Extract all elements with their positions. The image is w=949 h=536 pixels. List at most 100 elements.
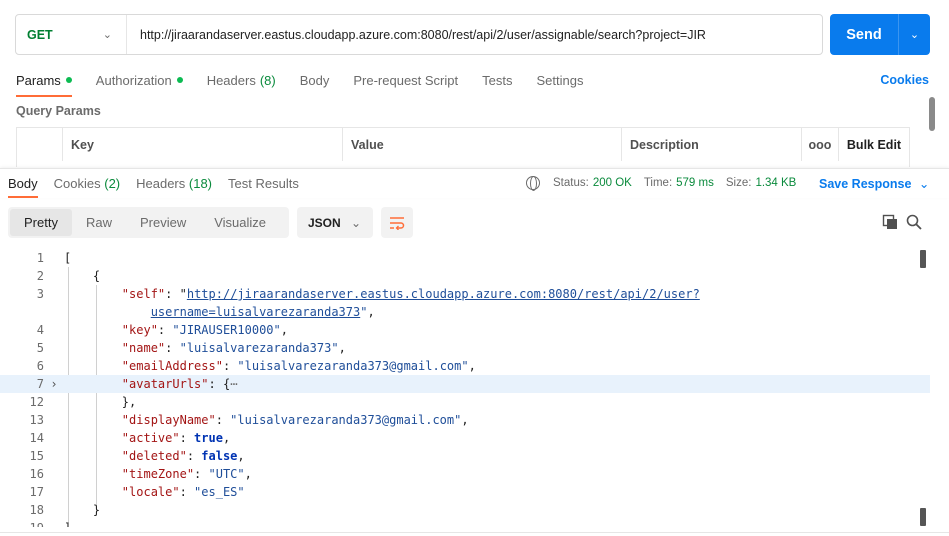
chevron-right-icon[interactable]: ›: [44, 377, 64, 391]
response-tab-headers[interactable]: Headers (18): [136, 176, 212, 191]
divider: [0, 532, 949, 533]
self-url-link[interactable]: http://jiraarandaserver.eastus.cloudapp.…: [187, 287, 700, 301]
format-select[interactable]: JSON ⌄: [297, 207, 373, 238]
checkbox-column-header: [17, 128, 63, 161]
chevron-down-icon: ⌄: [102, 29, 112, 41]
response-tab-body[interactable]: Body: [8, 176, 38, 198]
code-text: ]: [64, 521, 71, 527]
code-line: 12 },: [0, 393, 930, 411]
code-text: "name": "luisalvarezaranda373",: [121, 341, 346, 355]
tab-headers-label: Headers: [206, 72, 256, 88]
code-text: }: [64, 503, 101, 517]
chevron-down-icon: ⌄: [350, 215, 361, 230]
request-url-bar: GET ⌄ http://jiraarandaserver.eastus.clo…: [15, 14, 823, 55]
description-column-header: Description: [622, 128, 802, 161]
code-line: 2 {: [0, 267, 930, 285]
chevron-down-icon: ⌄: [909, 29, 920, 41]
code-line: 1 [: [0, 249, 930, 267]
name-value: "luisalvarezaranda373": [179, 341, 339, 355]
wrap-lines-icon: [390, 216, 405, 230]
time-value[interactable]: 579 ms: [676, 177, 714, 189]
tab-authorization[interactable]: Authorization: [96, 67, 183, 93]
tab-settings[interactable]: Settings: [536, 67, 583, 93]
self-url-link-cont[interactable]: username=luisalvarezaranda373: [151, 305, 361, 319]
tab-params-label: Params: [16, 72, 61, 88]
tab-authorization-label: Authorization: [95, 72, 172, 88]
line-number: 3: [36, 287, 44, 301]
view-pretty[interactable]: Pretty: [10, 209, 72, 236]
code-text: "emailAddress": "luisalvarezaranda373@gm…: [121, 359, 476, 373]
tab-headers[interactable]: Headers (8): [207, 67, 276, 93]
response-headers-count: (18): [188, 176, 213, 191]
request-tabs: Params Authorization Headers (8) Body Pre…: [16, 67, 929, 97]
line-number: 4: [36, 323, 44, 337]
search-icon[interactable]: [906, 214, 922, 230]
time-label: Time:: [643, 177, 673, 189]
code-line: 3 "self": "http://jiraarandaserver.eastu…: [0, 285, 930, 303]
more-options-icon[interactable]: ooo: [802, 128, 839, 161]
response-tab-cookies[interactable]: Cookies (2): [54, 176, 120, 191]
line-number: 7: [36, 377, 44, 391]
send-button[interactable]: Send: [830, 14, 898, 55]
code-line: 14 "active": true,: [0, 429, 930, 447]
line-number: 13: [29, 413, 44, 427]
size-label: Size:: [725, 177, 752, 189]
authorization-active-dot: [176, 77, 183, 83]
deleted-value: false: [201, 449, 238, 463]
email-value: "luisalvarezaranda373@gmail.com": [237, 359, 469, 373]
editor-scrollbar-top[interactable]: [920, 250, 926, 268]
line-number: 19: [0, 521, 44, 527]
code-line: 19 ]: [0, 519, 930, 527]
headers-count: (8): [259, 72, 276, 88]
response-header: Body Cookies (2) Headers (18) Test Resul…: [0, 168, 949, 198]
size-value[interactable]: 1.34 KB: [755, 177, 796, 189]
copy-icon[interactable]: [882, 214, 898, 230]
view-preview[interactable]: Preview: [126, 209, 200, 236]
line-number: 17: [29, 485, 44, 499]
line-number: 2: [36, 269, 44, 283]
code-text: "timeZone": "UTC",: [121, 467, 252, 481]
send-options-dropdown[interactable]: ⌄: [898, 14, 930, 55]
code-line: 6 "emailAddress": "luisalvarezaranda373@…: [0, 357, 930, 375]
wrap-lines-button[interactable]: [381, 207, 413, 238]
editor-scrollbar-bottom[interactable]: [920, 508, 926, 526]
code-line: 13 "displayName": "luisalvarezaranda373@…: [0, 411, 930, 429]
response-status: Status: 200 OK Time: 579 ms Size: 1.34 K…: [526, 176, 808, 191]
params-active-dot: [65, 77, 72, 83]
tab-tests[interactable]: Tests: [482, 67, 512, 93]
response-body-editor[interactable]: 1 [ 2 { 3 "self": "http://jiraarandaserv…: [0, 249, 930, 527]
code-line-highlighted: 7 › "avatarUrls": {⋯: [0, 375, 930, 393]
cookies-link[interactable]: Cookies: [880, 73, 929, 87]
code-text: "displayName": "luisalvarezaranda373@gma…: [121, 413, 469, 427]
url-input[interactable]: http://jiraarandaserver.eastus.cloudapp.…: [127, 28, 822, 42]
response-tab-cookies-label: Cookies: [53, 176, 101, 191]
request-scrollbar[interactable]: [929, 97, 935, 131]
code-line: 15 "deleted": false,: [0, 447, 930, 465]
chevron-down-icon: ⌄: [918, 177, 930, 191]
timezone-value: "UTC": [208, 467, 245, 481]
code-line: 4 "key": "JIRAUSER10000",: [0, 321, 930, 339]
code-text: "deleted": false,: [121, 449, 245, 463]
response-tab-test-results[interactable]: Test Results: [228, 176, 299, 191]
status-label: Status:: [553, 177, 589, 189]
tab-params[interactable]: Params: [16, 67, 72, 97]
method-label: GET: [27, 27, 53, 42]
view-raw[interactable]: Raw: [72, 209, 126, 236]
status-value[interactable]: 200 OK: [593, 177, 632, 189]
globe-icon[interactable]: [526, 176, 540, 191]
save-response-label: Save Response: [819, 177, 912, 191]
query-params-table: Key Value Description ooo Bulk Edit: [16, 127, 910, 167]
code-line: 18 }: [0, 501, 930, 519]
code-line: username=luisalvarezaranda373",: [0, 303, 930, 321]
bulk-edit-button[interactable]: Bulk Edit: [839, 128, 909, 161]
response-tab-headers-label: Headers: [136, 176, 186, 191]
code-line: 5 "name": "luisalvarezaranda373",: [0, 339, 930, 357]
method-select[interactable]: GET ⌄: [16, 15, 127, 54]
code-text: },: [64, 395, 137, 409]
line-number: 5: [36, 341, 44, 355]
code-line: 16 "timeZone": "UTC",: [0, 465, 930, 483]
save-response-button[interactable]: Save Response ⌄: [819, 176, 929, 191]
view-visualize[interactable]: Visualize: [200, 209, 280, 236]
tab-body[interactable]: Body: [300, 67, 330, 93]
tab-prerequest-script[interactable]: Pre-request Script: [353, 67, 458, 93]
